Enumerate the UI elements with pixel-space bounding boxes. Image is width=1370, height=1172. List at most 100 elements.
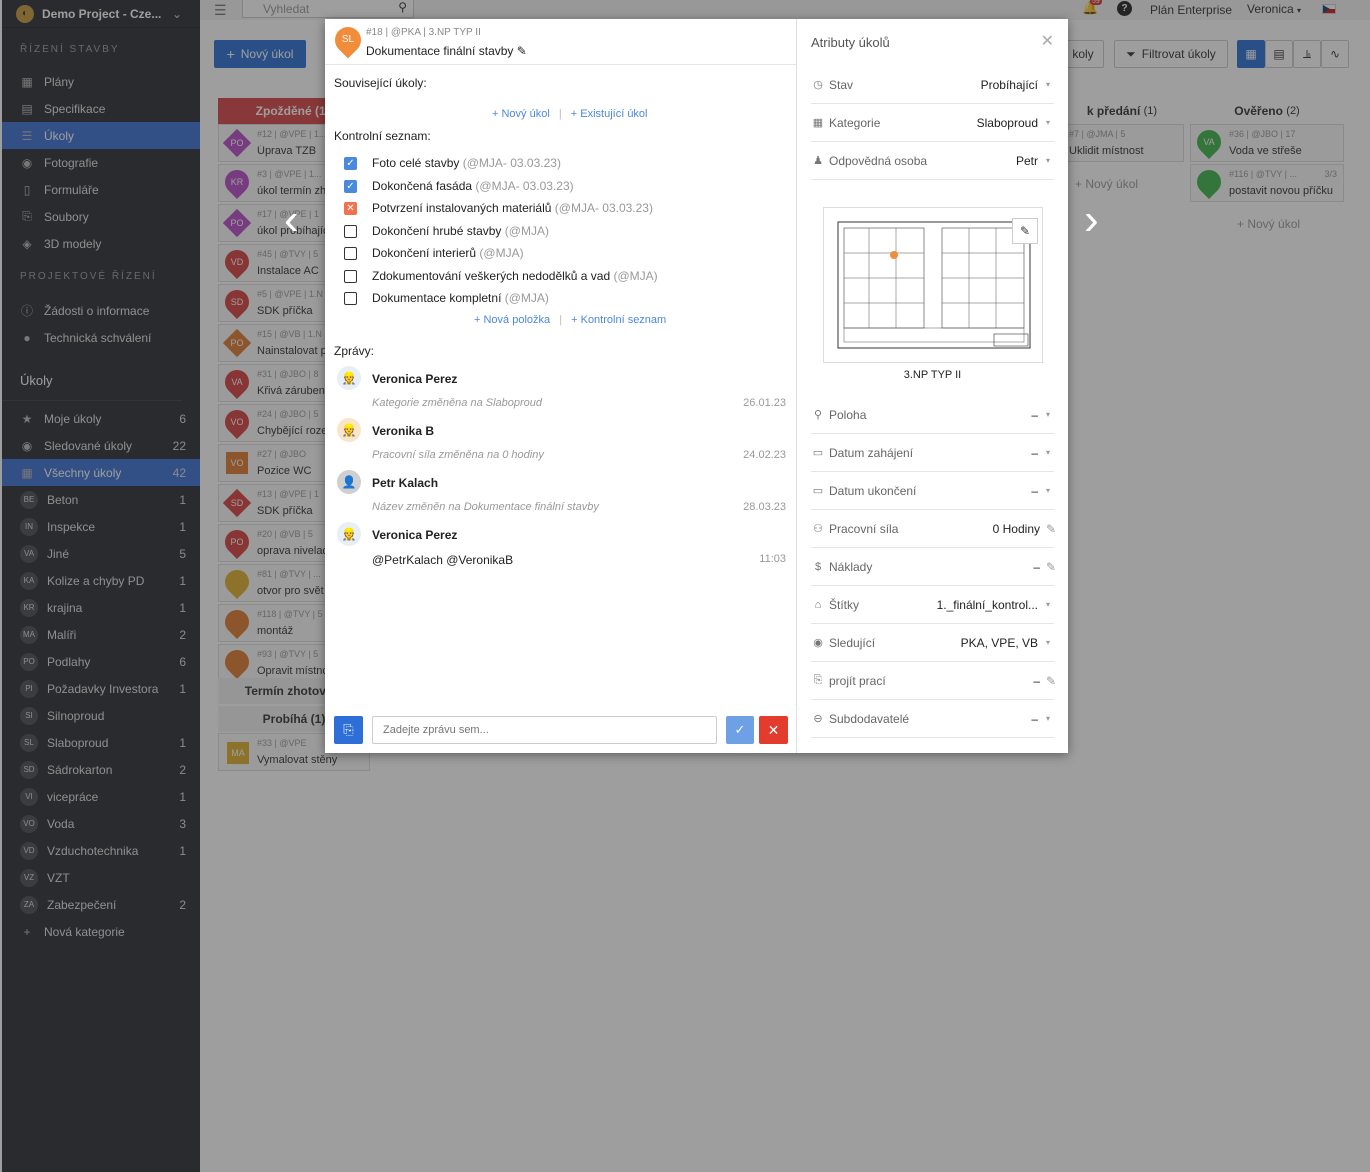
attribute-value: Petr bbox=[1015, 153, 1038, 168]
related-links: + Nový úkol | + Existující úkol bbox=[492, 108, 648, 120]
pencil-icon[interactable]: ✎ bbox=[1046, 674, 1056, 688]
message-text: @PetrKalach @VeronikaB bbox=[372, 553, 514, 567]
pencil-icon[interactable]: ✎ bbox=[1046, 522, 1056, 536]
app-window: ◐ Demo Project - Cze... ⌄ ŘÍZENÍ STAVBY … bbox=[0, 0, 1370, 1172]
task-category-pin: SL bbox=[329, 21, 367, 59]
task-attributes-panel: Atributy úkolů ✕ ◷ Stav Probíhající ▾ ▦ Kateg… bbox=[797, 19, 1068, 753]
caret-down-icon: ▾ bbox=[1046, 118, 1051, 127]
message-author: Veronica Perez bbox=[372, 372, 458, 386]
checklist-item[interactable]: Foto celé stavby (@MJA- 03.03.23) bbox=[372, 156, 561, 170]
attribute-row[interactable]: ▭ Datum ukončení – ▾ bbox=[811, 472, 1054, 510]
pencil-icon[interactable]: ✎ bbox=[517, 44, 527, 58]
attribute-label: Odpovědná osoba bbox=[829, 153, 928, 168]
attributes-title: Atributy úkolů bbox=[811, 35, 890, 50]
checklist-checkbox[interactable]: ✕ bbox=[344, 202, 357, 215]
new-checklist-item-link[interactable]: + Nová položka bbox=[474, 314, 550, 326]
attribute-label: Stav bbox=[829, 77, 854, 92]
attribute-value: – bbox=[1031, 711, 1038, 726]
status-icon: ◷ bbox=[813, 79, 823, 91]
tag-icon: ⌂ bbox=[814, 598, 822, 611]
message-input[interactable] bbox=[372, 716, 717, 744]
checklist-item[interactable]: Dokončená fasáda (@MJA- 03.03.23) bbox=[372, 179, 574, 193]
attribute-label: Poloha bbox=[829, 407, 867, 422]
attribute-row[interactable]: ▭ Datum zahájení – ▾ bbox=[811, 434, 1054, 472]
attribute-value: – bbox=[1033, 559, 1040, 574]
message-time: 11:03 bbox=[759, 553, 786, 565]
pencil-icon[interactable]: ✎ bbox=[1046, 560, 1056, 574]
workforce-icon: ⚇ bbox=[813, 523, 823, 535]
messages-label: Zprávy: bbox=[334, 344, 375, 358]
attribute-row[interactable]: ♟ Odpovědná osoba Petr ▾ bbox=[811, 142, 1054, 180]
checklist-item-author: (@MJA- 03.03.23) bbox=[554, 201, 653, 215]
close-icon[interactable]: ✕ bbox=[1041, 31, 1054, 51]
checklist-checkbox[interactable] bbox=[344, 224, 357, 238]
checklist-checkbox[interactable]: ✓ bbox=[344, 179, 357, 193]
message-avatar: 👷 bbox=[337, 418, 361, 442]
checklist-checkbox[interactable] bbox=[344, 269, 357, 283]
add-checklist-link[interactable]: + Kontrolní seznam bbox=[571, 314, 666, 326]
attribute-value: – bbox=[1031, 445, 1038, 460]
attribute-row[interactable]: ⚇ Pracovní síla 0 Hodiny ✎ bbox=[811, 510, 1056, 548]
existing-task-link[interactable]: + Existující úkol bbox=[571, 108, 648, 120]
checklist-item[interactable]: Potvrzení instalovaných materiálů (@MJA-… bbox=[372, 201, 653, 215]
attribute-label: Datum zahájení bbox=[829, 445, 914, 460]
checklist-links: + Nová položka | + Kontrolní seznam bbox=[474, 314, 666, 326]
location-icon: ⚲ bbox=[813, 409, 823, 421]
attribute-row[interactable]: ▦ Kategorie Slaboproud ▾ bbox=[811, 104, 1054, 142]
caret-down-icon: ▾ bbox=[1046, 410, 1051, 419]
attribute-row[interactable]: ⚲ Poloha – ▾ bbox=[811, 396, 1054, 434]
new-related-task-link[interactable]: + Nový úkol bbox=[492, 108, 550, 120]
checklist-item-author: (@MJA- 03.03.23) bbox=[462, 156, 561, 170]
checklist-item-text: Foto celé stavby bbox=[372, 156, 460, 170]
checklist-item[interactable]: Dokončení hrubé stavby (@MJA) bbox=[372, 224, 549, 238]
eye-icon: ◉ bbox=[813, 637, 823, 649]
attribute-value: – bbox=[1031, 483, 1038, 498]
next-task-arrow[interactable]: › bbox=[1084, 198, 1099, 242]
edit-plan-button[interactable]: ✎ bbox=[1012, 218, 1038, 244]
checklist-item[interactable]: Dokončení interierů (@MJA) bbox=[372, 246, 524, 260]
attribute-value: 0 Hodiny bbox=[992, 521, 1040, 536]
checklist-item-author: (@MJA) bbox=[613, 268, 658, 283]
attribute-row[interactable]: $ Náklady – ✎ bbox=[811, 548, 1056, 586]
message-text: Kategorie změněna na Slaboproud bbox=[372, 397, 543, 409]
attribute-value: Slaboproud bbox=[976, 115, 1038, 130]
plan-thumbnail[interactable]: ✎ bbox=[823, 207, 1043, 363]
checklist-item-author: (@MJA) bbox=[479, 246, 524, 260]
send-button[interactable]: ✓ bbox=[726, 716, 754, 744]
message-time: 24.02.23 bbox=[743, 449, 786, 461]
checklist-checkbox[interactable]: ✓ bbox=[344, 157, 357, 170]
link-separator: | bbox=[558, 108, 562, 120]
task-title[interactable]: Dokumentace finální stavby ✎ bbox=[366, 44, 527, 58]
attribute-row[interactable]: ◷ Stav Probíhající ▾ bbox=[811, 66, 1054, 104]
checklist-checkbox[interactable] bbox=[344, 247, 357, 260]
checklist-checkbox[interactable] bbox=[344, 292, 357, 305]
attach-button[interactable]: ⎘ bbox=[334, 716, 363, 744]
message-avatar: 👤 bbox=[337, 470, 361, 494]
task-detail-modal: SL #18 | @PKA | 3.NP TYP II Dokumentace … bbox=[325, 19, 1068, 753]
prev-task-arrow[interactable]: ‹ bbox=[284, 198, 299, 242]
category-icon: ▦ bbox=[812, 117, 824, 129]
caret-down-icon: ▾ bbox=[1046, 714, 1051, 723]
work-icon: ⎘ bbox=[813, 674, 823, 686]
checklist-item[interactable]: Zdokumentování veškerých nedodělků a vad… bbox=[372, 269, 658, 283]
message-time: 28.03.23 bbox=[743, 501, 786, 513]
attribute-row[interactable]: ⌂ Štítky 1._finální_kontrol... ▾ bbox=[811, 586, 1054, 624]
checklist-item-author: (@MJA) bbox=[504, 223, 549, 238]
attribute-row[interactable]: ◉ Sledující PKA, VPE, VB ▾ bbox=[811, 624, 1054, 662]
cancel-button[interactable]: ✕ bbox=[759, 716, 788, 744]
attribute-label: Kategorie bbox=[829, 115, 881, 130]
attribute-label: Pracovní síla bbox=[829, 521, 899, 536]
person-icon: ♟ bbox=[813, 155, 823, 167]
message-author: Veronica Perez bbox=[372, 528, 458, 542]
attribute-row[interactable]: ⎘ projít prací – ✎ bbox=[811, 662, 1056, 700]
plan-name: 3.NP TYP II bbox=[903, 369, 962, 381]
caret-down-icon: ▾ bbox=[1046, 486, 1051, 495]
task-header: SL #18 | @PKA | 3.NP TYP II Dokumentace … bbox=[325, 19, 797, 65]
floor-plan-image bbox=[837, 221, 1031, 349]
checklist-item[interactable]: Dokumentace kompletní (@MJA) bbox=[372, 291, 549, 305]
attribute-row[interactable]: ⊖ Subdodavatelé – ▾ bbox=[811, 700, 1054, 738]
attribute-value: – bbox=[1033, 673, 1040, 688]
attribute-label: Náklady bbox=[829, 559, 873, 574]
checklist-item-text: Dokončení hrubé stavby bbox=[372, 223, 502, 238]
attribute-value: – bbox=[1031, 407, 1038, 422]
